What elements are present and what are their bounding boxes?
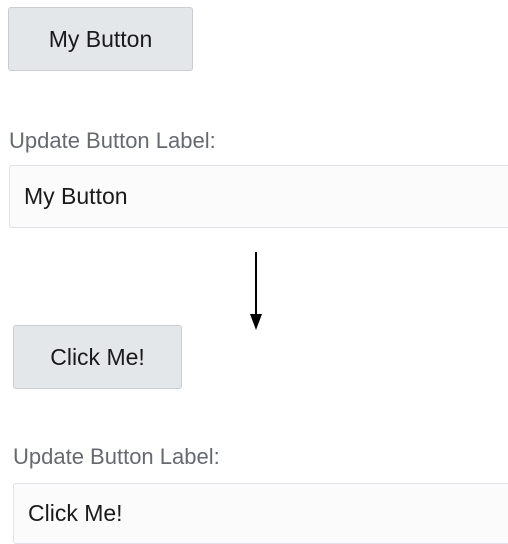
button-label-input-value: My Button (24, 183, 128, 209)
click-me-button[interactable]: Click Me! (13, 325, 182, 389)
button-label-input[interactable]: Click Me! (13, 483, 508, 544)
update-button-label-caption: Update Button Label: (9, 128, 216, 153)
button-label-input[interactable]: My Button (9, 165, 508, 228)
button-label: Click Me! (50, 343, 145, 370)
button-label-input-value: Click Me! (28, 500, 123, 526)
arrow-down-icon (246, 252, 266, 337)
my-button[interactable]: My Button (8, 7, 193, 71)
button-label: My Button (48, 25, 153, 52)
update-button-label-caption: Update Button Label: (13, 444, 220, 469)
